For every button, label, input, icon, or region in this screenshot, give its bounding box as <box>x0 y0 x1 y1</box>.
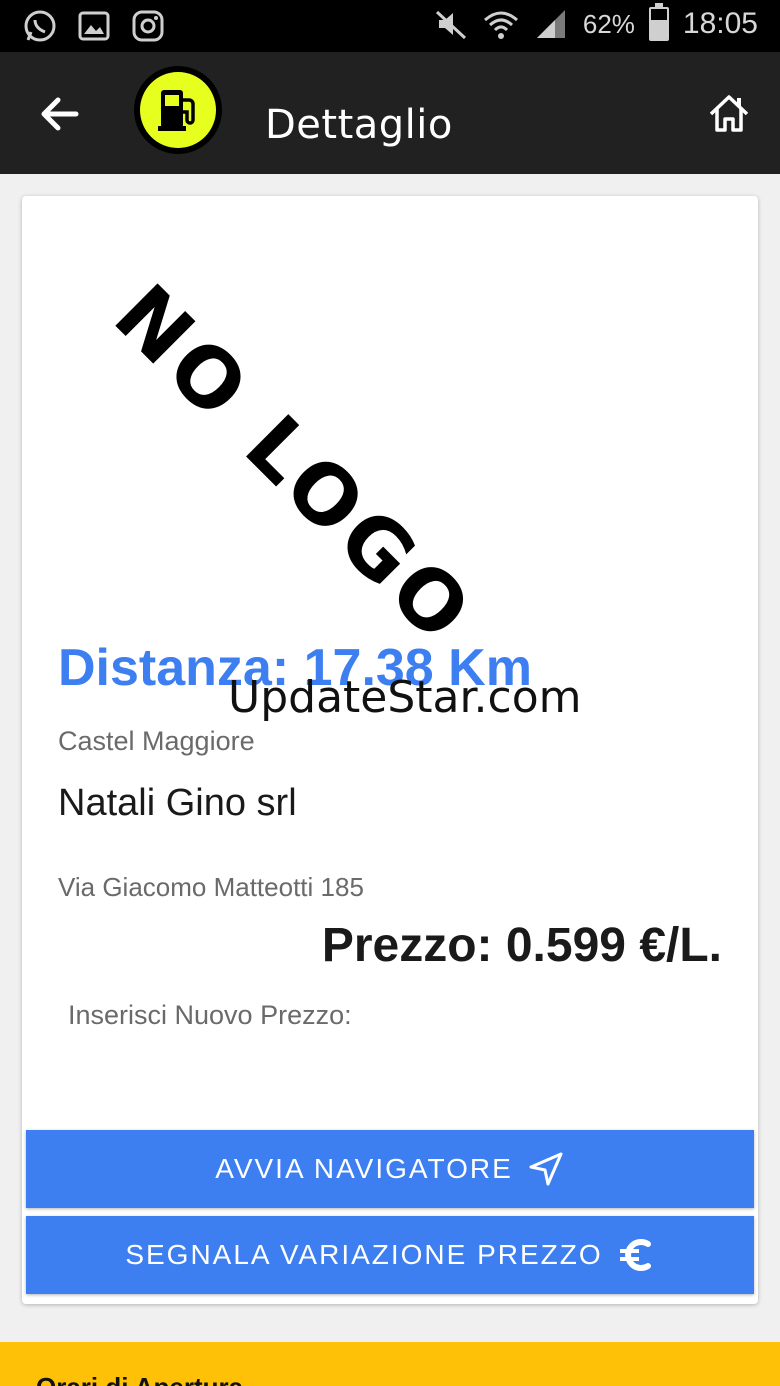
fuel-pump-icon <box>140 72 216 148</box>
station-logo-placeholder: NO LOGO <box>62 236 492 664</box>
wifi-icon <box>483 11 518 39</box>
gallery-icon <box>78 11 110 41</box>
page-title: Dettaglio <box>265 102 453 148</box>
report-price-change-button[interactable]: SEGNALA VARIAZIONE PREZZO <box>26 1216 754 1294</box>
opening-hours-title: Orari di Apertura <box>36 1372 243 1386</box>
status-bar: 62% 18:05 <box>0 0 780 52</box>
battery-level-fill <box>650 20 667 39</box>
battery-icon <box>648 3 669 41</box>
battery-percent: 62% <box>582 8 635 39</box>
station-address: Via Giacomo Matteotti 185 <box>58 872 364 902</box>
start-navigation-label: AVVIA NAVIGATORE <box>215 1153 513 1184</box>
no-logo-text: NO LOGO <box>95 267 492 664</box>
start-navigation-button[interactable]: AVVIA NAVIGATORE <box>26 1130 754 1208</box>
status-bar-left-icons <box>22 8 166 44</box>
station-name: Natali Gino srl <box>58 782 297 824</box>
navigation-arrow-icon <box>529 1152 563 1186</box>
app-logo <box>134 66 222 154</box>
signal-icon <box>536 10 565 38</box>
status-bar-right-icons: 62% 18:05 <box>433 3 758 42</box>
app-bar: Dettaglio <box>0 52 780 174</box>
clock: 18:05 <box>682 7 758 40</box>
arrow-back-icon[interactable] <box>36 90 84 138</box>
home-icon[interactable] <box>708 92 750 134</box>
euro-icon <box>619 1239 651 1271</box>
whatsapp-icon <box>24 10 56 42</box>
station-city: Castel Maggiore <box>58 726 255 756</box>
instagram-icon <box>132 10 164 42</box>
watermark: UpdateStar.com <box>228 672 582 723</box>
new-price-label: Inserisci Nuovo Prezzo: <box>68 1000 352 1030</box>
mute-icon <box>435 10 466 40</box>
report-price-change-label: SEGNALA VARIAZIONE PREZZO <box>125 1239 603 1270</box>
opening-hours-section: Orari di Apertura <box>0 1342 780 1386</box>
fuel-price: Prezzo: 0.599 €/L. <box>321 919 722 972</box>
